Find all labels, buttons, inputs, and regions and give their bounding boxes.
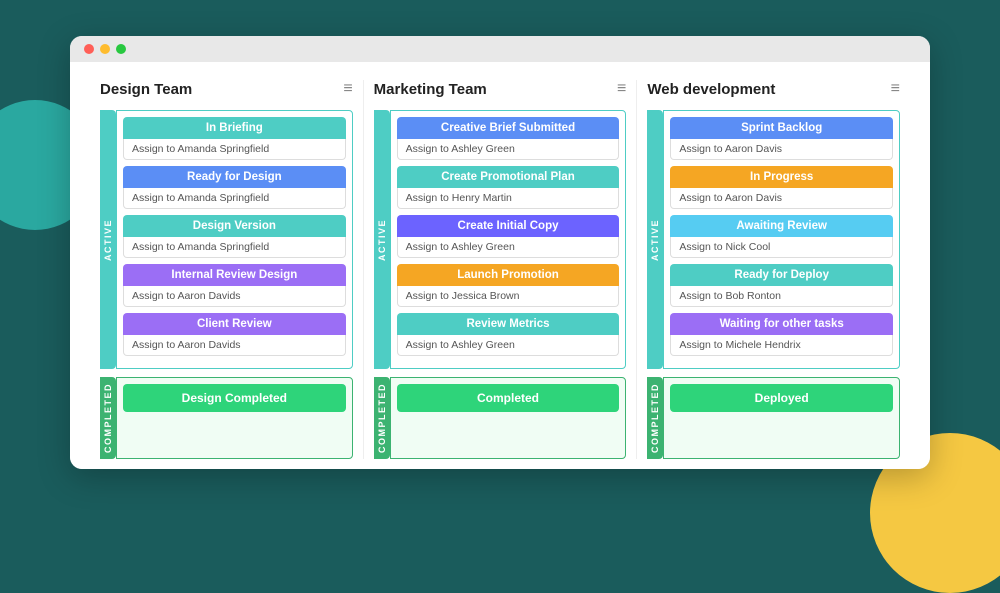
task-assign: Assign to Michele Hendrix	[670, 335, 893, 356]
task-assign: Assign to Aaron Davids	[123, 335, 346, 356]
task-assign: Assign to Ashley Green	[397, 139, 620, 160]
column-title-marketing-team: Marketing Team	[374, 81, 487, 98]
task-label: In Progress	[670, 166, 893, 188]
completed-task-btn-marketing-team[interactable]: Completed	[397, 384, 620, 412]
task-card[interactable]: Review MetricsAssign to Ashley Green	[397, 313, 620, 356]
completed-task-btn-web-development[interactable]: Deployed	[670, 384, 893, 412]
completed-section-design-team: COMPLETED Design Completed	[100, 377, 353, 459]
column-title-web-development: Web development	[647, 81, 775, 98]
task-assign: Assign to Bob Ronton	[670, 286, 893, 307]
browser-dot-yellow[interactable]	[100, 44, 110, 54]
browser-dot-red[interactable]	[84, 44, 94, 54]
task-label: Waiting for other tasks	[670, 313, 893, 335]
completed-task-area-marketing-team: Completed	[390, 377, 627, 459]
task-card[interactable]: Create Initial CopyAssign to Ashley Gree…	[397, 215, 620, 258]
task-card[interactable]: Waiting for other tasksAssign to Michele…	[670, 313, 893, 356]
task-assign: Assign to Amanda Springfield	[123, 139, 346, 160]
completed-section-marketing-team: COMPLETED Completed	[374, 377, 627, 459]
active-label-design-team: ACTIVE	[100, 110, 116, 369]
completed-task-btn-design-team[interactable]: Design Completed	[123, 384, 346, 412]
task-card[interactable]: Ready for DeployAssign to Bob Ronton	[670, 264, 893, 307]
column-header-design-team: Design Team ≡	[100, 80, 353, 98]
task-label: Review Metrics	[397, 313, 620, 335]
task-label: Launch Promotion	[397, 264, 620, 286]
completed-label-marketing-team: COMPLETED	[374, 377, 390, 459]
active-section-marketing-team: ACTIVECreative Brief SubmittedAssign to …	[374, 110, 627, 369]
active-label-web-development: ACTIVE	[647, 110, 663, 369]
task-card[interactable]: Client ReviewAssign to Aaron Davids	[123, 313, 346, 356]
task-assign: Assign to Henry Martin	[397, 188, 620, 209]
task-label: Internal Review Design	[123, 264, 346, 286]
task-card[interactable]: Sprint BacklogAssign to Aaron Davis	[670, 117, 893, 160]
task-assign: Assign to Amanda Springfield	[123, 188, 346, 209]
kanban-board: Design Team≡ACTIVEIn BriefingAssign to A…	[70, 62, 930, 469]
task-card[interactable]: Creative Brief SubmittedAssign to Ashley…	[397, 117, 620, 160]
active-section-design-team: ACTIVEIn BriefingAssign to Amanda Spring…	[100, 110, 353, 369]
task-card[interactable]: Create Promotional PlanAssign to Henry M…	[397, 166, 620, 209]
task-label: In Briefing	[123, 117, 346, 139]
task-label: Design Version	[123, 215, 346, 237]
task-card[interactable]: Design VersionAssign to Amanda Springfie…	[123, 215, 346, 258]
column-header-marketing-team: Marketing Team ≡	[374, 80, 627, 98]
tasks-list-design-team: In BriefingAssign to Amanda SpringfieldR…	[116, 110, 353, 369]
task-label: Sprint Backlog	[670, 117, 893, 139]
task-card[interactable]: Internal Review DesignAssign to Aaron Da…	[123, 264, 346, 307]
browser-bar	[70, 36, 930, 62]
task-assign: Assign to Ashley Green	[397, 335, 620, 356]
task-assign: Assign to Ashley Green	[397, 237, 620, 258]
task-label: Ready for Deploy	[670, 264, 893, 286]
task-card[interactable]: Ready for DesignAssign to Amanda Springf…	[123, 166, 346, 209]
task-label: Create Promotional Plan	[397, 166, 620, 188]
task-assign: Assign to Jessica Brown	[397, 286, 620, 307]
browser-window: Design Team≡ACTIVEIn BriefingAssign to A…	[70, 36, 930, 469]
column-marketing-team: Marketing Team ≡ ACTIVE Creative Brief Subm…	[364, 80, 638, 459]
task-label: Client Review	[123, 313, 346, 335]
completed-label-web-development: COMPLETED	[647, 377, 663, 459]
tasks-list-marketing-team: Creative Brief SubmittedAssign to Ashley…	[390, 110, 627, 369]
column-menu-icon-marketing-team[interactable]: ≡	[617, 80, 626, 98]
column-menu-icon-web-development[interactable]: ≡	[891, 80, 900, 98]
task-card[interactable]: In ProgressAssign to Aaron Davis	[670, 166, 893, 209]
task-label: Create Initial Copy	[397, 215, 620, 237]
task-assign: Assign to Nick Cool	[670, 237, 893, 258]
column-design-team: Design Team≡ACTIVEIn BriefingAssign to A…	[90, 80, 364, 459]
page-title	[0, 0, 1000, 36]
active-section-web-development: ACTIVESprint BacklogAssign to Aaron Davi…	[647, 110, 900, 369]
completed-label-design-team: COMPLETED	[100, 377, 116, 459]
task-card[interactable]: Awaiting ReviewAssign to Nick Cool	[670, 215, 893, 258]
task-label: Creative Brief Submitted	[397, 117, 620, 139]
task-assign: Assign to Aaron Davis	[670, 188, 893, 209]
task-assign: Assign to Aaron Davis	[670, 139, 893, 160]
column-menu-icon-design-team[interactable]: ≡	[343, 80, 352, 98]
active-label-marketing-team: ACTIVE	[374, 110, 390, 369]
task-card[interactable]: Launch PromotionAssign to Jessica Brown	[397, 264, 620, 307]
completed-task-area-web-development: Deployed	[663, 377, 900, 459]
task-label: Ready for Design	[123, 166, 346, 188]
task-label: Awaiting Review	[670, 215, 893, 237]
browser-dot-green[interactable]	[116, 44, 126, 54]
task-card[interactable]: In BriefingAssign to Amanda Springfield	[123, 117, 346, 160]
task-assign: Assign to Aaron Davids	[123, 286, 346, 307]
column-title-design-team: Design Team	[100, 81, 192, 98]
completed-task-area-design-team: Design Completed	[116, 377, 353, 459]
completed-section-web-development: COMPLETED Deployed	[647, 377, 900, 459]
column-header-web-development: Web development ≡	[647, 80, 900, 98]
tasks-list-web-development: Sprint BacklogAssign to Aaron DavisIn Pr…	[663, 110, 900, 369]
column-web-development: Web development≡ACTIVESprint BacklogAssi…	[637, 80, 910, 459]
task-assign: Assign to Amanda Springfield	[123, 237, 346, 258]
